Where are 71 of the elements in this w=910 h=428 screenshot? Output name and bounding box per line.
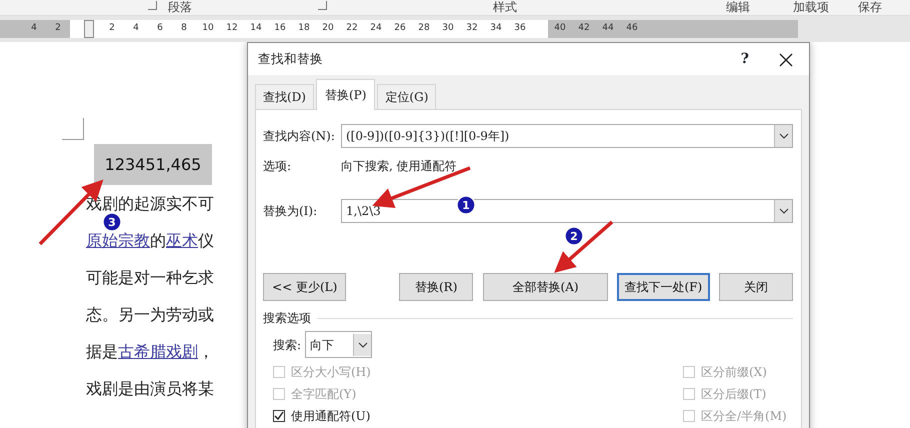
arrow <box>554 220 614 273</box>
dialog-button[interactable]: 替换(R) <box>399 273 473 301</box>
field-label: 选项: <box>263 158 292 175</box>
ruler-number: 40 <box>553 22 567 36</box>
ruler-number: 6 <box>156 22 164 36</box>
document-text: ， <box>198 342 214 361</box>
ruler-number: 34 <box>489 22 503 36</box>
ruler-number: 32 <box>465 22 479 36</box>
ruler-number: 30 <box>441 22 455 36</box>
indent-marker[interactable] <box>84 20 94 38</box>
document-text: 仪 <box>198 231 214 250</box>
checkbox-label: 全字匹配(Y) <box>291 386 356 403</box>
document-text: 的 <box>150 231 166 250</box>
tab[interactable]: 定位(G) <box>377 84 436 109</box>
ruler-number: 14 <box>249 22 263 36</box>
dialog-launcher-icon[interactable] <box>318 1 327 10</box>
ribbon-group-label: 保存 <box>858 0 882 14</box>
field-label: 查找内容(N): <box>263 128 336 145</box>
ruler-number: 12 <box>225 22 239 36</box>
document-text: 戏剧是由演员将某 <box>86 379 214 398</box>
ruler-number: 24 <box>369 22 383 36</box>
document-text: 据是 <box>86 342 118 361</box>
tab[interactable]: 替换(P) <box>316 79 376 110</box>
document-text: 态。另一为劳动或 <box>86 305 214 324</box>
ribbon-group-label: 样式 <box>493 0 517 14</box>
dialog-button[interactable]: << 更少(L) <box>263 273 346 301</box>
dialog-button[interactable]: 查找下一处(F) <box>617 273 710 301</box>
ruler-number: 10 <box>201 22 215 36</box>
ruler-number: 36 <box>513 22 527 36</box>
ruler-number: 20 <box>321 22 335 36</box>
field-label: 搜索: <box>273 336 302 354</box>
margin-corner-mark <box>62 118 84 140</box>
step-marker: 3 <box>102 212 122 232</box>
ribbon-group-label: 编辑 <box>726 0 750 14</box>
selected-text: 123451,465 <box>94 144 212 185</box>
document-link[interactable]: 巫术 <box>166 231 198 250</box>
document-link[interactable]: 原始宗教 <box>86 231 150 250</box>
ribbon-group-label: 段落 <box>168 0 192 14</box>
checkbox-label: 使用通配符(U) <box>291 408 370 425</box>
ruler-number: 22 <box>345 22 359 36</box>
document-text: 可能是对一种乞求 <box>86 268 214 287</box>
ruler-number: 2 <box>108 22 116 36</box>
ruler-number: 26 <box>393 22 407 36</box>
checkbox-label: 区分后缀(T) <box>701 386 766 403</box>
ruler-number: 2 <box>54 22 62 36</box>
checkbox-label: 区分大小写(H) <box>291 364 371 381</box>
ruler-number: 28 <box>417 22 431 36</box>
ruler-number: 44 <box>601 22 615 36</box>
checkbox-label: 区分全/半角(M) <box>701 408 787 425</box>
document-link[interactable]: 古希腊戏剧 <box>118 342 198 361</box>
options-text: 向下搜索, 使用通配符 <box>341 158 457 175</box>
ruler-number: 8 <box>180 22 188 36</box>
ribbon-group-label: 加载项 <box>793 0 829 14</box>
checkbox-label: 区分前缀(X) <box>701 364 767 381</box>
section-title: 搜索选项 <box>263 310 311 327</box>
search-direction-select[interactable]: 向下 <box>305 331 372 358</box>
ruler-number: 16 <box>273 22 287 36</box>
dialog-button[interactable]: 关闭 <box>718 273 793 301</box>
tab[interactable]: 查找(D) <box>255 84 314 109</box>
checkbox[interactable] <box>273 410 285 422</box>
find-field[interactable]: ([0-9])([0-9]{3})([!][0-9年]) <box>341 124 793 148</box>
ruler-number: 46 <box>625 22 639 36</box>
ruler-number: 42 <box>577 22 591 36</box>
dialog-button[interactable]: 全部替换(A) <box>482 273 608 301</box>
ruler-number: 4 <box>30 22 38 36</box>
window-title: 查找和替换 <box>258 50 324 68</box>
field-label: 替换为(I): <box>263 203 318 220</box>
ruler-number: 18 <box>297 22 311 36</box>
ruler-number: 4 <box>132 22 140 36</box>
dialog-launcher-icon[interactable] <box>148 1 157 10</box>
help-button[interactable]: ? <box>740 48 749 70</box>
